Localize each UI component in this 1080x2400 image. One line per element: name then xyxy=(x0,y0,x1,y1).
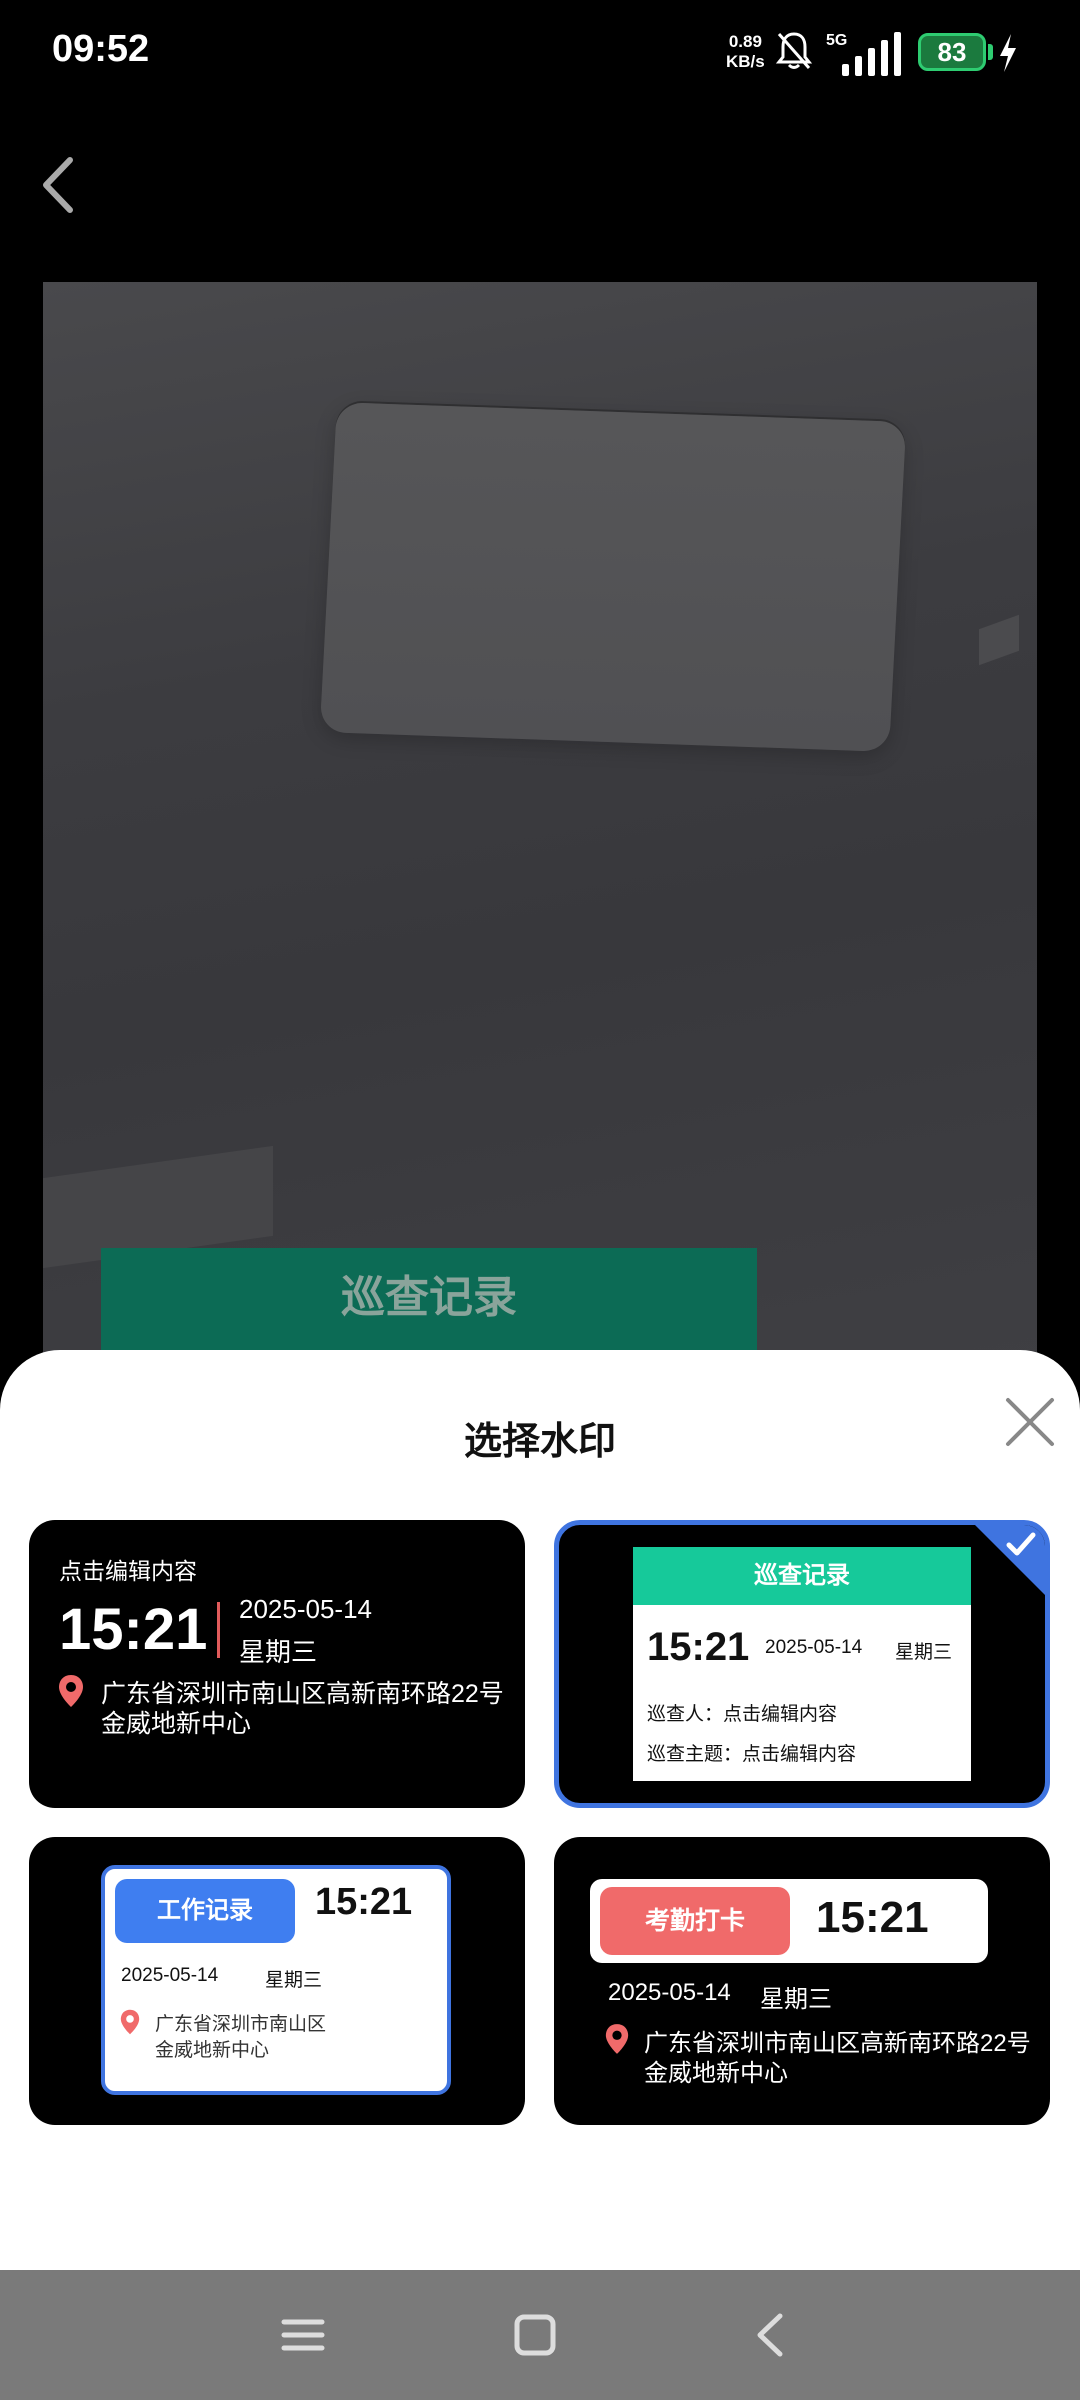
card-date: 2025-05-14 xyxy=(121,1965,219,1986)
home-icon[interactable] xyxy=(500,2300,570,2370)
attendance-pill: 考勤打卡 15:21 xyxy=(590,1879,988,1963)
address-line-1: 广东省深圳市南山区 xyxy=(155,2014,327,2035)
battery-icon: 83 xyxy=(918,33,986,71)
patrol-record-panel: 巡查记录 15:21 2025-05-14 星期三 巡查人：点击编辑内容 巡查主… xyxy=(633,1547,971,1781)
wall-switch xyxy=(979,614,1019,666)
close-icon[interactable] xyxy=(1002,1394,1058,1450)
card-time: 15:21 xyxy=(816,1893,929,1942)
watermark-card-2[interactable]: 巡查记录 15:21 2025-05-14 星期三 巡查人：点击编辑内容 巡查主… xyxy=(554,1520,1050,1808)
location-pin-icon xyxy=(605,2024,629,2054)
card-date: 2025-05-14 xyxy=(608,1979,731,2006)
patrol-person-row: 巡查人：点击编辑内容 xyxy=(647,1704,838,1725)
status-time: 09:52 xyxy=(52,28,150,70)
watermark-card-1[interactable]: 点击编辑内容 15:21 2025-05-14 星期三 广东省深圳市南山区高新南… xyxy=(29,1520,525,1808)
card-weekday: 星期三 xyxy=(239,1637,318,1667)
work-record-panel: 工作记录 15:21 2025-05-14 星期三 广东省深圳市南山区 金威地新… xyxy=(101,1865,451,2095)
signal-icon xyxy=(842,32,901,76)
card-time: 15:21 xyxy=(647,1625,750,1669)
divider-bar xyxy=(217,1602,220,1658)
watermark-card-3[interactable]: 工作记录 15:21 2025-05-14 星期三 广东省深圳市南山区 金威地新… xyxy=(29,1837,525,2125)
location-pin-icon xyxy=(120,2009,140,2035)
address-line-2: 金威地新中心 xyxy=(101,1710,252,1738)
battery-tip xyxy=(988,44,993,60)
location-pin-icon xyxy=(59,1675,83,1707)
card-weekday: 星期三 xyxy=(895,1642,953,1663)
net-speed: 0.89 KB/s xyxy=(726,32,765,72)
photo-preview: 巡查记录 xyxy=(43,282,1037,1372)
bell-mute-icon xyxy=(775,32,813,69)
watermark-sheet: 选择水印 点击编辑内容 15:21 2025-05-14 星期三 广东省深圳市南… xyxy=(0,1350,1080,2270)
status-bar: 09:52 0.89 KB/s 5G 83 xyxy=(0,0,1080,110)
back-icon[interactable] xyxy=(736,2300,806,2370)
menu-icon[interactable] xyxy=(268,2300,338,2370)
sheet-title: 选择水印 xyxy=(463,1421,616,1463)
card-weekday: 星期三 xyxy=(265,1970,323,1991)
edit-hint: 点击编辑内容 xyxy=(59,1558,197,1584)
selected-check-icon xyxy=(975,1525,1045,1595)
watermark-banner-text: 巡查记录 xyxy=(341,1273,517,1322)
watermark-card-4[interactable]: 考勤打卡 15:21 2025-05-14 星期三 广东省深圳市南山区高新南环路… xyxy=(554,1837,1050,2125)
patrol-header: 巡查记录 xyxy=(633,1547,971,1605)
charging-icon xyxy=(1000,34,1016,72)
card-date: 2025-05-14 xyxy=(765,1637,863,1658)
chevron-left-icon[interactable] xyxy=(34,150,84,220)
card-time: 15:21 xyxy=(59,1597,208,1662)
ceiling-lamp xyxy=(319,402,907,752)
attendance-badge: 考勤打卡 xyxy=(600,1887,790,1955)
system-nav-bar xyxy=(0,2270,1080,2400)
net-speed-value: 0.89 xyxy=(728,32,762,51)
card-time: 15:21 xyxy=(315,1881,413,1923)
patrol-topic-row: 巡查主题：点击编辑内容 xyxy=(647,1744,857,1765)
address-line-2: 金威地新中心 xyxy=(644,2060,788,2087)
card-date: 2025-05-14 xyxy=(239,1594,372,1624)
address-line-2: 金威地新中心 xyxy=(155,2040,270,2061)
card-weekday: 星期三 xyxy=(760,1986,832,2013)
net-speed-unit: KB/s xyxy=(726,52,765,71)
work-record-badge: 工作记录 xyxy=(115,1879,295,1943)
